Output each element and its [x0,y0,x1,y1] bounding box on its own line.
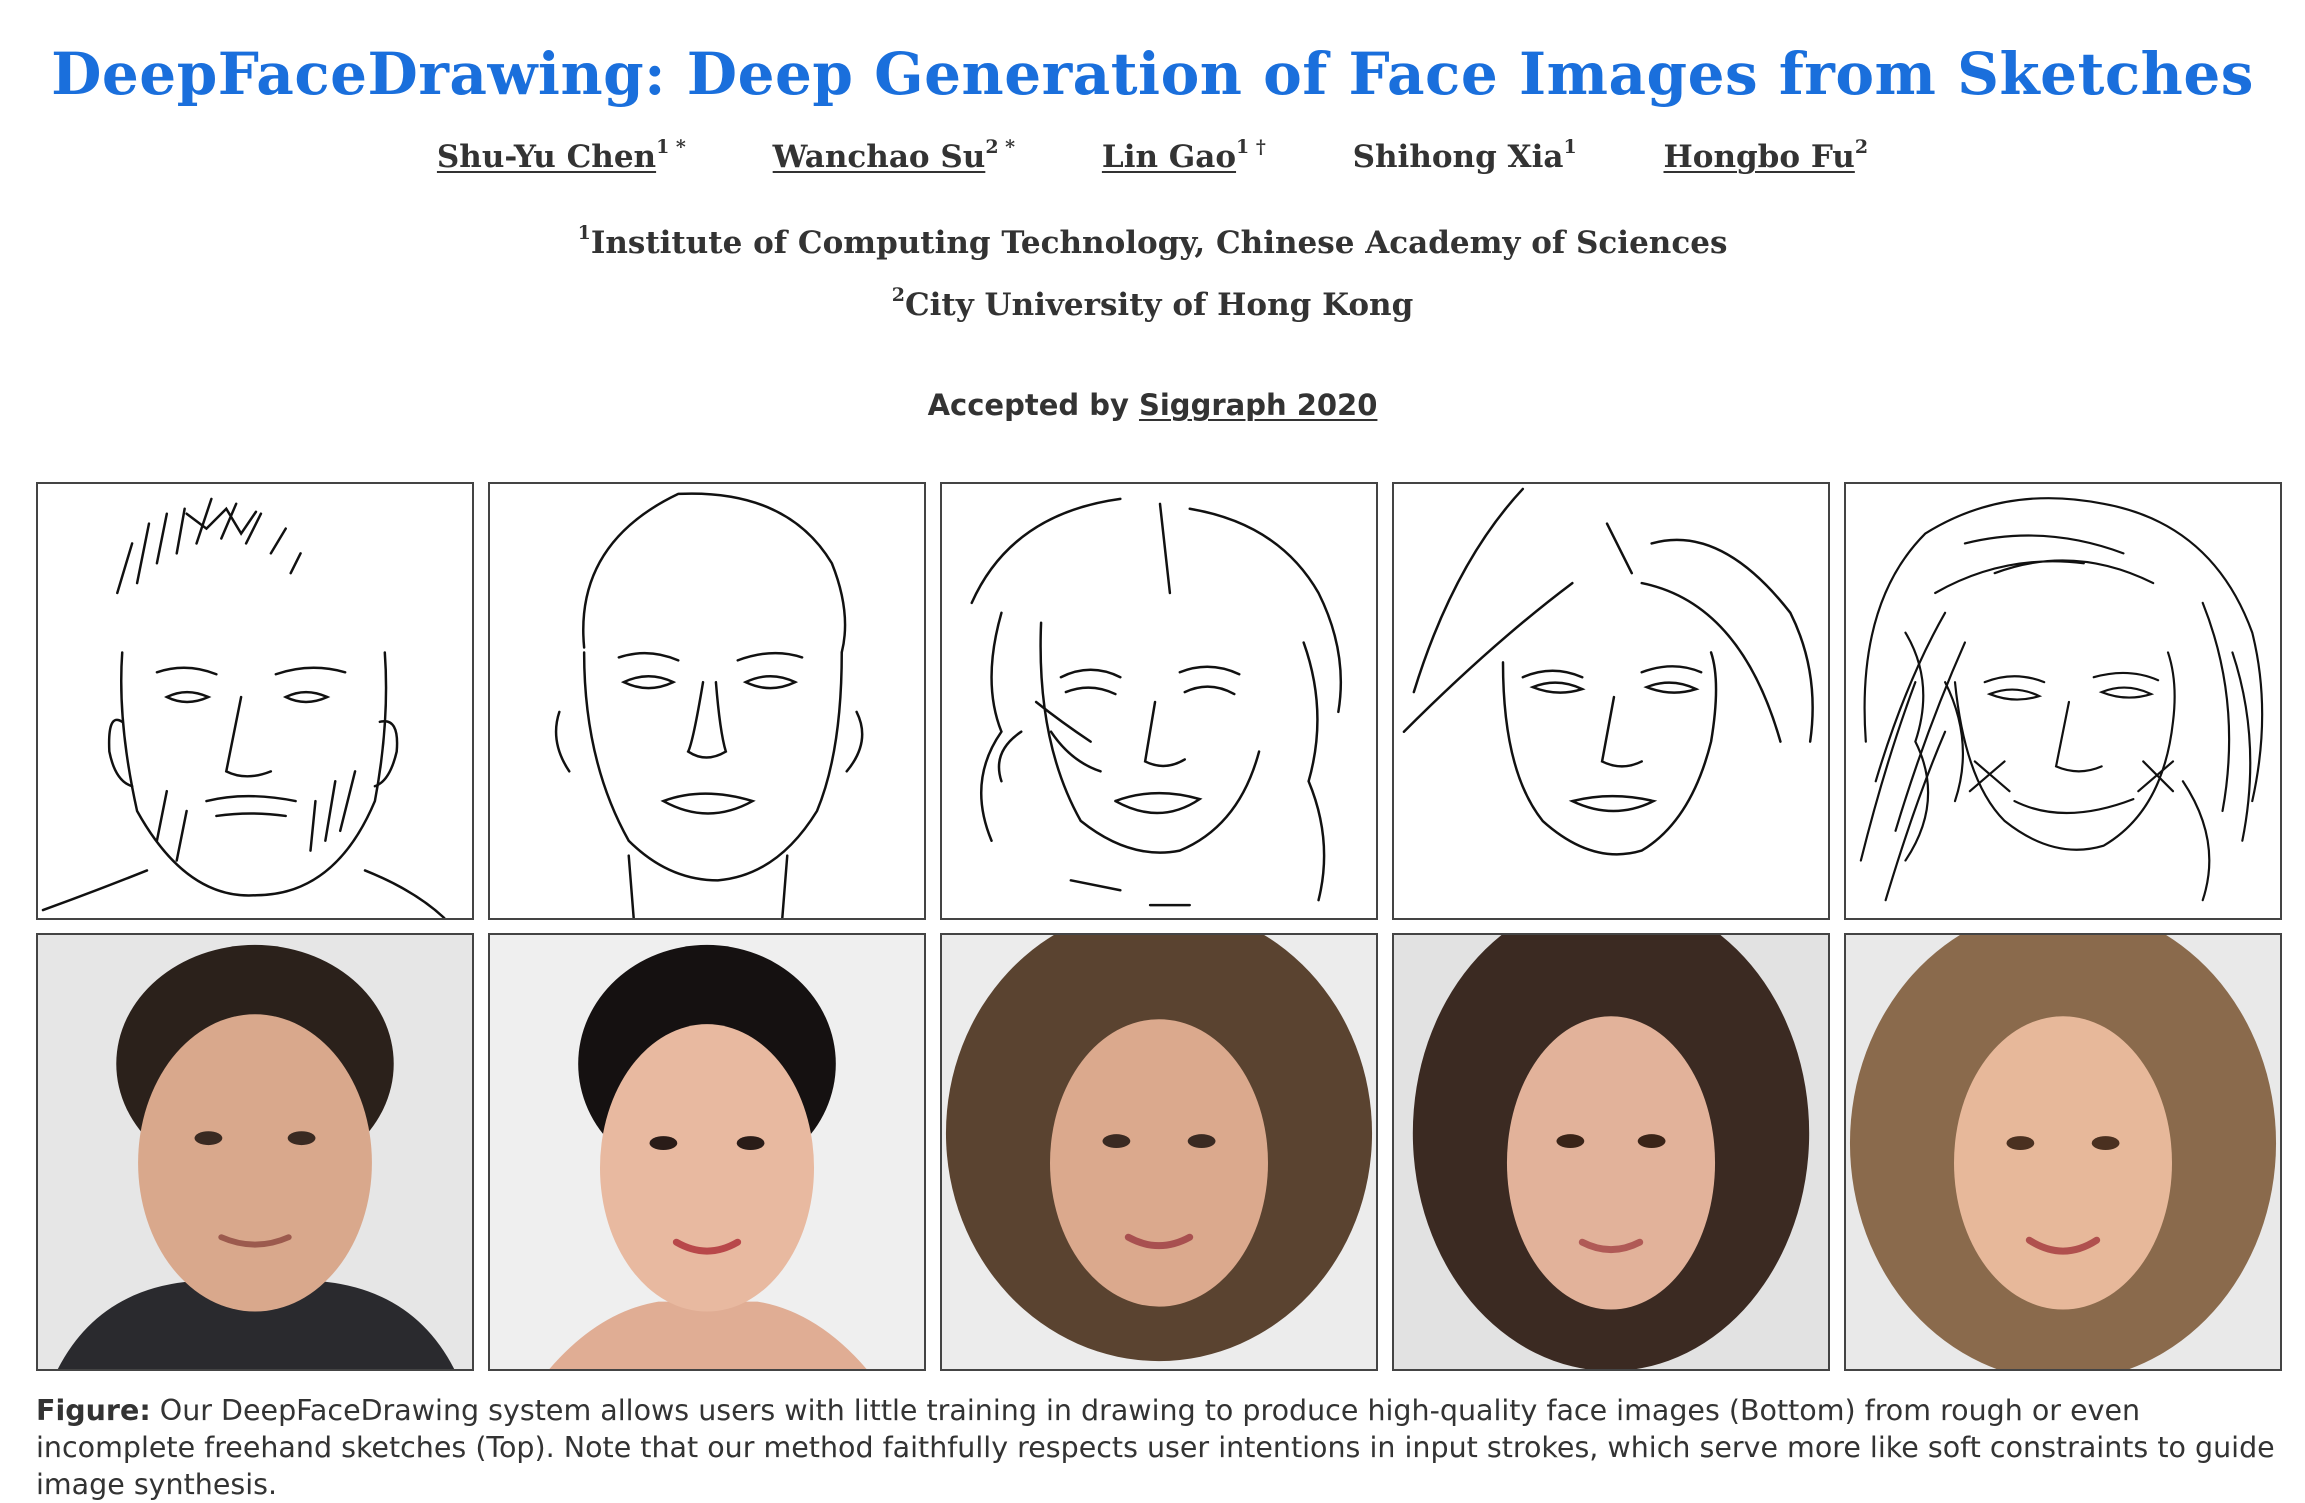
photo-image [942,935,1376,1369]
photo-tile-2 [488,933,926,1371]
sketch-image [554,492,864,918]
author-sup: 2 * [985,136,1016,158]
photo-eye-left [1556,1134,1585,1149]
sketch-image [1402,487,1814,856]
photo-eye-right [1637,1134,1666,1149]
sketch-tile-5 [1844,482,2282,920]
author-name: Shihong Xia [1352,139,1564,175]
photo-image [1394,935,1828,1369]
venue-link[interactable]: Siggraph 2020 [1139,388,1377,422]
author-sup: 2 [1854,136,1869,158]
photo-image [38,935,472,1369]
affiliation-1: 1Institute of Computing Technology, Chin… [0,222,2305,261]
photo-eye-left [194,1131,223,1146]
photo-tile-3 [940,933,1378,1371]
author-sup: 1 † [1236,136,1266,158]
author-3[interactable]: Lin Gao1 † [1102,136,1266,175]
sketch-tile-3 [940,482,1378,920]
author-name[interactable]: Hongbo Fu [1664,139,1855,175]
photo-eye-left [649,1136,678,1151]
photo-eye-right [287,1131,316,1146]
photo-eye-right [2091,1136,2120,1151]
affiliation-sup: 2 [891,284,905,306]
author-1[interactable]: Shu-Yu Chen1 * [437,136,686,175]
author-5[interactable]: Hongbo Fu2 [1664,136,1869,175]
photo-image [1846,935,2280,1369]
photo-face [1050,1019,1268,1307]
photo-eye-left [2006,1136,2035,1151]
affiliation-text: Institute of Computing Technology, Chine… [590,225,1728,261]
figure-caption: Figure: Our DeepFaceDrawing system allow… [36,1392,2276,1503]
photo-tile-4 [1392,933,1830,1371]
photo-face [1954,1016,2172,1310]
photo-tile-1 [36,933,474,1371]
sketch-image [970,497,1343,907]
author-list: Shu-Yu Chen1 * Wanchao Su2 * Lin Gao1 † … [0,136,2305,175]
photo-face [1506,1016,1716,1310]
caption-label: Figure: [36,1394,151,1427]
page-title: DeepFaceDrawing: Deep Generation of Face… [51,40,2254,108]
accepted-prefix: Accepted by [927,388,1139,422]
affiliation-2: 2City University of Hong Kong [0,284,2305,323]
author-sup: 1 [1563,136,1577,158]
photo-eye-right [736,1136,765,1151]
author-name[interactable]: Shu-Yu Chen [437,139,656,175]
sketch-tile-2 [488,482,926,920]
affiliation-sup: 1 [577,222,591,244]
sketch-image [1859,497,2264,902]
author-name[interactable]: Lin Gao [1102,139,1236,175]
author-4: Shihong Xia1 [1353,136,1577,175]
photo-eye-right [1187,1134,1216,1149]
sketch-image [41,497,446,918]
photo-tile-5 [1844,933,2282,1371]
author-2[interactable]: Wanchao Su2 * [773,136,1015,175]
photo-image [490,935,924,1369]
photo-face [599,1024,815,1312]
accepted-line: Accepted by Siggraph 2020 [0,388,2305,422]
author-sup: 1 * [656,136,686,158]
sketch-tile-1 [36,482,474,920]
photo-eye-left [1102,1134,1131,1149]
photo-face [138,1014,372,1312]
sketch-tile-4 [1392,482,1830,920]
author-name[interactable]: Wanchao Su [773,139,986,175]
affiliation-text: City University of Hong Kong [904,287,1414,323]
caption-text: Our DeepFaceDrawing system allows users … [36,1394,2275,1501]
